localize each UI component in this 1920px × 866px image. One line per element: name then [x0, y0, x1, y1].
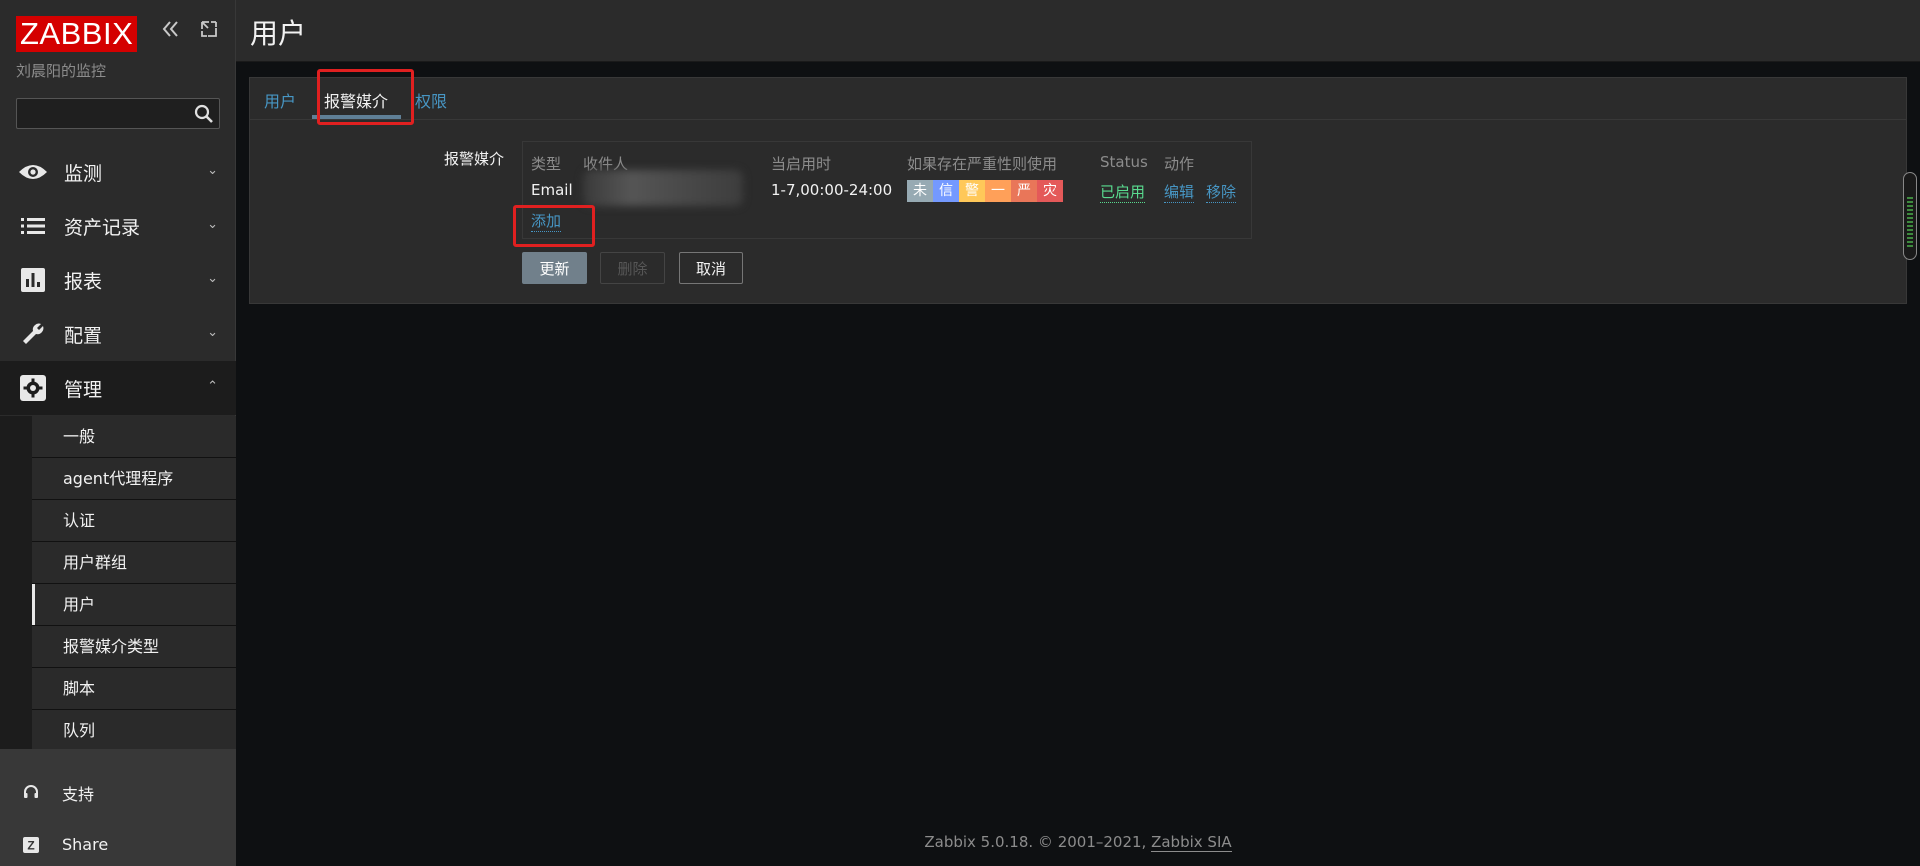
menu-label: 管理 — [64, 378, 103, 401]
eye-icon — [18, 157, 48, 187]
gear-icon — [18, 373, 48, 403]
footer-copyright: Zabbix 5.0.18. © 2001–2021, — [924, 833, 1152, 851]
severity-badge: 警 — [959, 180, 985, 202]
share-icon: Z — [23, 836, 39, 853]
menu-item-configuration[interactable]: 配置 ⌄ — [0, 307, 236, 361]
menu-item-administration[interactable]: 管理 ⌃ — [0, 361, 236, 415]
support-link[interactable]: 支持 — [22, 781, 94, 805]
highlight-box-media-tab — [317, 69, 414, 125]
page-header: 用户 — [236, 0, 1920, 62]
status-enabled-link[interactable]: 已启用 — [1100, 181, 1146, 203]
menu-item-inventory[interactable]: 资产记录 ⌄ — [0, 199, 236, 253]
chevron-up-icon: ⌃ — [207, 379, 218, 394]
when-active-cell: 1-7,00:00-24:00 — [771, 181, 893, 199]
highlight-box-add-link — [513, 205, 595, 247]
submenu-item-media-types[interactable]: 报警媒介类型 — [32, 626, 236, 668]
update-button[interactable]: 更新 — [522, 252, 587, 284]
menu-item-reports[interactable]: 报表 ⌄ — [0, 253, 236, 307]
page-scrollbar[interactable] — [1903, 172, 1917, 260]
media-field-label: 报警媒介 — [444, 150, 505, 168]
submenu-item-authentication[interactable]: 认证 — [32, 500, 236, 542]
col-header-when-active: 当启用时 — [771, 155, 832, 173]
main-menu: 监测 ⌄ 资产记录 ⌄ 报表 ⌄ 配置 ⌄ 管理 ⌃ — [0, 145, 236, 415]
sidebar: ZABBIX 刘晨阳的监控 监测 ⌄ 资产记录 ⌄ 报表 ⌄ 配置 ⌄ 管理 ⌃… — [0, 0, 236, 866]
edit-media-link[interactable]: 编辑 — [1164, 181, 1195, 203]
chevron-down-icon: ⌄ — [207, 325, 218, 340]
server-name: 刘晨阳的监控 — [16, 62, 107, 80]
tab-user[interactable]: 用户 — [264, 88, 296, 112]
administration-submenu: 一般 agent代理程序 认证 用户群组 用户 报警媒介类型 脚本 队列 — [32, 416, 236, 752]
wrench-icon — [18, 319, 48, 349]
support-label: 支持 — [62, 785, 95, 804]
tab-bar: 用户 报警媒介 权限 — [250, 78, 1906, 120]
submenu-item-queue[interactable]: 队列 — [32, 710, 236, 752]
submenu-item-general[interactable]: 一般 — [32, 416, 236, 458]
col-header-severity: 如果存在严重性则使用 — [907, 155, 1058, 173]
share-link[interactable]: Z Share — [22, 835, 108, 854]
share-label: Share — [62, 835, 109, 854]
severity-badge: 未 — [907, 180, 933, 202]
tab-permissions[interactable]: 权限 — [415, 88, 447, 112]
severity-badge: 一 — [985, 180, 1011, 202]
remove-media-link[interactable]: 移除 — [1206, 181, 1237, 203]
footer-vendor-link[interactable]: Zabbix SIA — [1151, 833, 1232, 852]
submenu-item-scripts[interactable]: 脚本 — [32, 668, 236, 710]
severity-badge: 严 — [1011, 180, 1037, 202]
submenu-item-proxies[interactable]: agent代理程序 — [32, 458, 236, 500]
delete-button: 删除 — [600, 252, 665, 284]
severity-badges: 未 信 警 一 严 灾 — [907, 180, 1063, 202]
list-icon — [18, 211, 48, 241]
col-header-status: Status — [1100, 153, 1148, 171]
menu-item-monitoring[interactable]: 监测 ⌄ — [0, 145, 236, 199]
kiosk-mode-icon[interactable] — [196, 18, 222, 48]
severity-badge: 灾 — [1037, 180, 1063, 202]
zabbix-logo[interactable]: ZABBIX — [16, 16, 138, 52]
media-table: 类型 收件人 当启用时 如果存在严重性则使用 Status 动作 Email 1… — [522, 141, 1252, 239]
redacted-recipient — [583, 170, 743, 206]
menu-label: 监测 — [64, 162, 103, 185]
footer: Zabbix 5.0.18. © 2001–2021, Zabbix SIA — [236, 833, 1920, 852]
page-title: 用户 — [250, 17, 307, 50]
submenu-item-user-groups[interactable]: 用户群组 — [32, 542, 236, 584]
menu-label: 资产记录 — [64, 216, 141, 239]
chevron-down-icon: ⌄ — [207, 217, 218, 232]
media-type-cell: Email — [531, 181, 573, 199]
sidebar-tools — [158, 18, 222, 48]
search-input[interactable] — [17, 99, 187, 128]
col-header-action: 动作 — [1164, 155, 1195, 173]
col-header-type: 类型 — [531, 155, 562, 173]
svg-text:Z: Z — [27, 838, 34, 852]
bar-chart-icon — [18, 265, 48, 295]
submenu-item-users[interactable]: 用户 — [32, 584, 236, 626]
collapse-sidebar-icon[interactable] — [158, 18, 184, 48]
user-form-panel: 用户 报警媒介 权限 报警媒介 类型 收件人 当启用时 如果存在严重性则使用 S… — [249, 69, 1907, 304]
search-icon[interactable] — [193, 103, 215, 125]
headset-icon — [24, 785, 38, 798]
chevron-down-icon: ⌄ — [207, 271, 218, 286]
menu-label: 报表 — [64, 270, 103, 293]
search-field[interactable] — [16, 98, 220, 129]
menu-label: 配置 — [64, 324, 103, 347]
logo-row: ZABBIX — [16, 16, 138, 52]
submenu-indent — [0, 416, 32, 749]
chevron-down-icon: ⌄ — [207, 163, 218, 178]
severity-badge: 信 — [933, 180, 959, 202]
cancel-button[interactable]: 取消 — [679, 252, 743, 284]
scrollbar-grip[interactable] — [1907, 197, 1913, 247]
